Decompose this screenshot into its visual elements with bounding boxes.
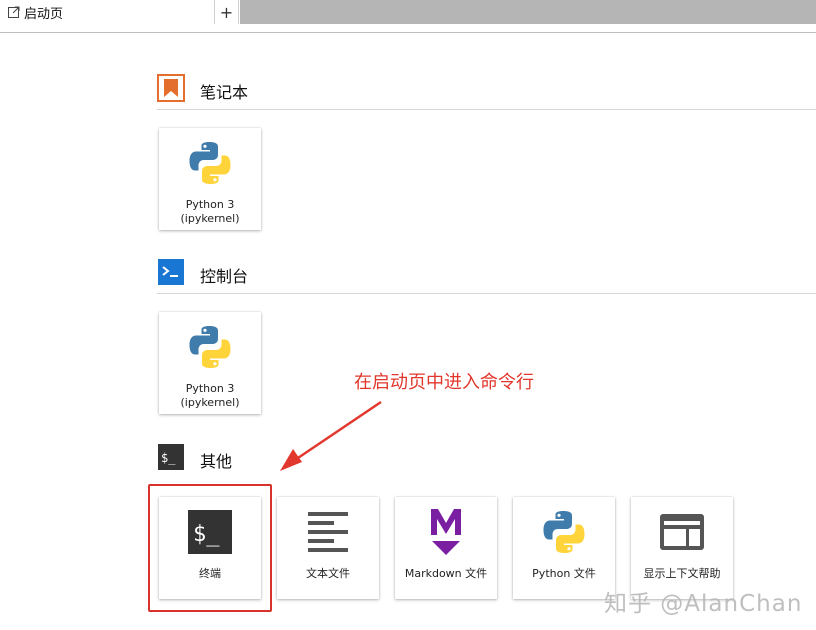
watermark: 知乎 @AlanChan: [604, 591, 803, 617]
annotation-arrow: [280, 400, 382, 471]
